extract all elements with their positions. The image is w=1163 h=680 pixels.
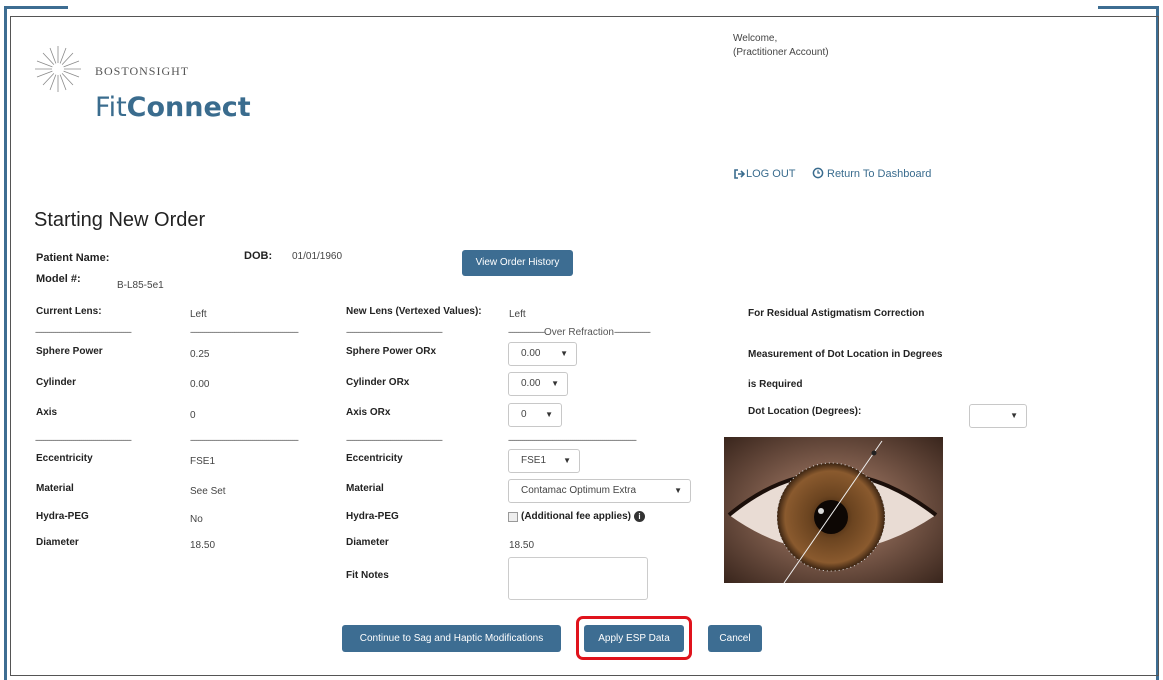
current-hydrapeg-label: Hydra-PEG	[36, 511, 89, 522]
hydrapeg-label: Hydra-PEG	[346, 511, 399, 522]
material-label: Material	[346, 483, 384, 494]
eccentricity-value: FSE1	[521, 455, 547, 466]
welcome-text: Welcome,	[733, 33, 778, 44]
residual-required: is Required	[748, 379, 803, 390]
divider: ----------------------------------------…	[35, 327, 132, 337]
current-eccentricity-label: Eccentricity	[36, 453, 93, 464]
material-select[interactable]: Contamac Optimum Extra ▼	[508, 479, 691, 503]
current-cylinder-value: 0.00	[190, 379, 210, 390]
eccentricity-select[interactable]: FSE1 ▼	[508, 449, 580, 473]
product-name-fit: Fit	[95, 92, 127, 123]
cylinder-orx-label: Cylinder ORx	[346, 377, 410, 388]
dot-location-label: Dot Location (Degrees):	[748, 406, 862, 417]
patient-name-label: Patient Name:	[36, 252, 110, 264]
current-cylinder-label: Cylinder	[36, 377, 77, 388]
over-refraction-label: Over Refraction	[543, 327, 614, 338]
current-lens-eye: Left	[190, 309, 207, 320]
divider: ----------------------------------------…	[508, 435, 637, 445]
product-name-connect: Connect	[126, 92, 251, 123]
divider: ----------------------------------------…	[346, 327, 443, 337]
cancel-button[interactable]: Cancel	[708, 625, 762, 652]
current-axis-value: 0	[190, 410, 196, 421]
sphere-orx-value: 0.00	[521, 348, 541, 359]
new-lens-heading: New Lens (Vertexed Values):	[346, 306, 482, 317]
divider: ----------------------------------------…	[190, 327, 299, 337]
current-axis-label: Axis	[36, 407, 58, 418]
page-title: Starting New Order	[34, 209, 206, 231]
over-refraction-heading: ------------------Over Refraction-------…	[508, 327, 651, 338]
chevron-down-icon: ▼	[563, 456, 571, 465]
diameter-label: Diameter	[346, 537, 389, 548]
model-value: B-L85-5e1	[117, 280, 164, 291]
frame-accent	[1098, 6, 1159, 9]
axis-orx-value: 0	[521, 409, 527, 420]
dob-value: 01/01/1960	[292, 251, 343, 262]
cylinder-orx-select[interactable]: 0.00 ▼	[508, 372, 568, 396]
current-lens-heading: Current Lens:	[36, 306, 102, 317]
view-order-history-button[interactable]: View Order History	[462, 250, 573, 276]
brand-name: BOSTONSIGHT	[95, 64, 190, 78]
residual-instruction: Measurement of Dot Location in Degrees	[748, 349, 943, 360]
frame-accent	[4, 6, 7, 680]
current-material-value: See Set	[190, 486, 226, 497]
fit-notes-label: Fit Notes	[346, 570, 389, 581]
current-eccentricity-value: FSE1	[190, 456, 216, 467]
info-icon[interactable]: i	[634, 511, 646, 522]
material-value: Contamac Optimum Extra	[521, 485, 637, 496]
chevron-down-icon: ▼	[674, 486, 682, 495]
model-label: Model #:	[36, 273, 81, 285]
axis-orx-label: Axis ORx	[346, 407, 391, 418]
hydrapeg-checkbox[interactable]	[508, 512, 518, 522]
logout-icon[interactable]	[733, 168, 745, 180]
new-lens-eye: Left	[509, 309, 526, 320]
frame-accent	[4, 6, 68, 9]
current-sphere-value: 0.25	[190, 349, 210, 360]
bostonsight-logo-icon	[35, 46, 81, 92]
sphere-orx-label: Sphere Power ORx	[346, 346, 437, 357]
dashboard-icon[interactable]	[812, 167, 824, 179]
apply-esp-highlight	[576, 616, 692, 660]
residual-heading: For Residual Astigmatism Correction	[748, 308, 925, 319]
divider: ----------------------------------------…	[35, 435, 132, 445]
dot-location-select[interactable]: ▼	[969, 404, 1027, 428]
fit-notes-textarea[interactable]	[508, 557, 648, 600]
chevron-down-icon: ▼	[560, 349, 568, 358]
sphere-orx-select[interactable]: 0.00 ▼	[508, 342, 577, 366]
product-name: FitConnect	[95, 92, 251, 123]
current-material-label: Material	[36, 483, 74, 494]
chevron-down-icon: ▼	[545, 410, 553, 419]
cylinder-orx-value: 0.00	[521, 378, 541, 389]
current-sphere-label: Sphere Power	[36, 346, 103, 357]
current-diameter-label: Diameter	[36, 537, 79, 548]
chevron-down-icon: ▼	[1010, 411, 1018, 420]
divider: ----------------------------------------…	[346, 435, 443, 445]
current-hydrapeg-value: No	[190, 514, 203, 525]
chevron-down-icon: ▼	[551, 379, 559, 388]
eye-dot-location-image	[724, 437, 943, 583]
eccentricity-label: Eccentricity	[346, 453, 403, 464]
divider: ----------------------------------------…	[190, 435, 299, 445]
continue-sag-haptic-button[interactable]: Continue to Sag and Haptic Modifications	[342, 625, 561, 652]
return-dashboard-link[interactable]: Return To Dashboard	[827, 168, 931, 180]
hydrapeg-fee-text: (Additional fee applies)	[521, 511, 632, 523]
diameter-value: 18.50	[509, 540, 535, 551]
account-type: (Practitioner Account)	[733, 47, 829, 58]
axis-orx-select[interactable]: 0 ▼	[508, 403, 562, 427]
current-diameter-value: 18.50	[190, 540, 216, 551]
logout-link[interactable]: LOG OUT	[746, 168, 796, 180]
dob-label: DOB:	[244, 250, 273, 262]
hydrapeg-fee: (Additional fee applies) i	[521, 511, 646, 523]
